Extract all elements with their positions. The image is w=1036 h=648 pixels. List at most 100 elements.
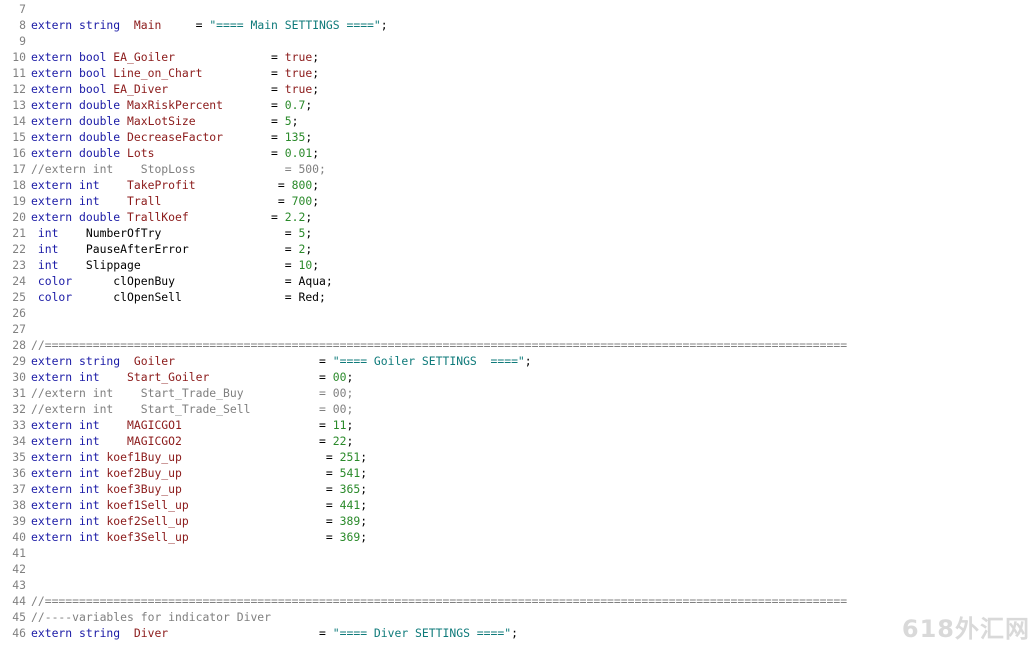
code-token: clOpenBuy bbox=[113, 274, 176, 288]
code-token: extern int bbox=[31, 450, 107, 464]
code-text: extern string Diver = "==== Diver SETTIN… bbox=[31, 625, 518, 641]
code-token: ; bbox=[360, 530, 368, 544]
code-line[interactable]: 36 extern int koef2Buy_up = 541; bbox=[0, 465, 1036, 481]
code-token: extern int bbox=[31, 178, 128, 192]
code-token: = bbox=[188, 514, 340, 528]
code-token: extern int bbox=[31, 530, 107, 544]
code-line[interactable]: 44 //====================================… bbox=[0, 593, 1036, 609]
code-token: = bbox=[175, 274, 299, 288]
code-token: extern int bbox=[31, 466, 107, 480]
code-line[interactable]: 39 extern int koef2Sell_up = 389; bbox=[0, 513, 1036, 529]
code-token: "==== Goiler SETTINGS ====" bbox=[332, 354, 525, 368]
code-line[interactable]: 20 extern double TrallKoef = 2.2; bbox=[0, 209, 1036, 225]
code-token: ; bbox=[360, 514, 368, 528]
code-line[interactable]: 33 extern int MAGICGO1 = 11; bbox=[0, 417, 1036, 433]
code-token: TrallKoef bbox=[127, 210, 189, 224]
code-token: = bbox=[181, 482, 340, 496]
code-token: 800 bbox=[291, 178, 313, 192]
line-number: 24 bbox=[12, 274, 26, 288]
line-number: 45 bbox=[12, 610, 26, 624]
line-number: 35 bbox=[12, 450, 26, 464]
code-line[interactable]: 35 extern int koef1Buy_up = 251; bbox=[0, 449, 1036, 465]
code-line[interactable]: 30 extern int Start_Goiler = 00; bbox=[0, 369, 1036, 385]
code-token: = bbox=[168, 626, 333, 640]
code-token: extern int bbox=[31, 514, 107, 528]
code-token: //======================================… bbox=[31, 594, 848, 608]
code-line[interactable]: 19 extern int Trall = 700; bbox=[0, 193, 1036, 209]
code-line[interactable]: 27 bbox=[0, 321, 1036, 337]
code-line[interactable]: 18 extern int TakeProfit = 800; bbox=[0, 177, 1036, 193]
code-token: color bbox=[31, 290, 114, 304]
code-text: extern int MAGICGO2 = 22; bbox=[31, 433, 353, 449]
code-token: extern int bbox=[31, 370, 128, 384]
code-line[interactable]: 31 //extern int Start_Trade_Buy = 00; bbox=[0, 385, 1036, 401]
code-token: = bbox=[202, 66, 285, 80]
code-line[interactable]: 10 extern bool EA_Goiler = true; bbox=[0, 49, 1036, 65]
code-line[interactable]: 41 bbox=[0, 545, 1036, 561]
code-line[interactable]: 23 int Slippage = 10; bbox=[0, 257, 1036, 273]
code-line[interactable]: 11 extern bool Line_on_Chart = true; bbox=[0, 65, 1036, 81]
code-line[interactable]: 9 bbox=[0, 33, 1036, 49]
line-number: 32 bbox=[12, 402, 26, 416]
line-number: 9 bbox=[19, 34, 26, 48]
code-line[interactable]: 46 extern string Diver = "==== Diver SETT… bbox=[0, 625, 1036, 641]
code-line[interactable]: 43 bbox=[0, 577, 1036, 593]
code-line[interactable]: 42 bbox=[0, 561, 1036, 577]
line-number: 16 bbox=[12, 146, 26, 160]
code-text: int PauseAfterError = 2; bbox=[31, 241, 312, 257]
code-line[interactable]: 34 extern int MAGICGO2 = 22; bbox=[0, 433, 1036, 449]
code-token: ; bbox=[305, 130, 313, 144]
code-text: extern double MaxRiskPercent = 0.7; bbox=[31, 97, 312, 113]
code-token: = bbox=[161, 226, 299, 240]
code-text: extern string Main = "==== Main SETTINGS… bbox=[31, 17, 388, 33]
code-text: int Slippage = 10; bbox=[31, 257, 319, 273]
code-token: NumberOfTry bbox=[85, 226, 162, 240]
code-token: int bbox=[31, 226, 86, 240]
code-line[interactable]: 12 extern bool EA_Diver = true; bbox=[0, 81, 1036, 97]
code-line[interactable]: 15 extern double DecreaseFactor = 135; bbox=[0, 129, 1036, 145]
code-line[interactable]: 40 extern int koef3Sell_up = 369; bbox=[0, 529, 1036, 545]
code-line[interactable]: 22 int PauseAfterError = 2; bbox=[0, 241, 1036, 257]
code-line[interactable]: 16 extern double Lots = 0.01; bbox=[0, 145, 1036, 161]
code-token: clOpenSell bbox=[113, 290, 182, 304]
code-token: ; bbox=[312, 66, 320, 80]
code-line[interactable]: 25 color clOpenSell = Red; bbox=[0, 289, 1036, 305]
code-text: extern int koef3Sell_up = 369; bbox=[31, 529, 367, 545]
code-line[interactable]: 45 //----variables for indicator Diver bbox=[0, 609, 1036, 625]
line-number: 43 bbox=[12, 578, 26, 592]
code-token: int bbox=[31, 242, 86, 256]
code-text: //======================================… bbox=[31, 593, 847, 609]
code-line[interactable]: 29 extern string Goiler = "==== Goiler SE… bbox=[0, 353, 1036, 369]
code-line[interactable]: 7 bbox=[0, 1, 1036, 17]
code-token: extern int bbox=[31, 194, 128, 208]
code-token: 2.2 bbox=[284, 210, 306, 224]
code-token: = bbox=[181, 434, 333, 448]
code-token: koef3Buy_up bbox=[106, 482, 182, 496]
code-line[interactable]: 28 //====================================… bbox=[0, 337, 1036, 353]
code-token: TakeProfit bbox=[127, 178, 196, 192]
line-number: 41 bbox=[12, 546, 26, 560]
code-token: extern int bbox=[31, 482, 107, 496]
code-line[interactable]: 38 extern int koef1Sell_up = 441; bbox=[0, 497, 1036, 513]
code-line[interactable]: 14 extern double MaxLotSize = 5; bbox=[0, 113, 1036, 129]
code-line[interactable]: 32 //extern int Start_Trade_Sell = 00; bbox=[0, 401, 1036, 417]
code-line[interactable]: 37 extern int koef3Buy_up = 365; bbox=[0, 481, 1036, 497]
code-token: 0.01 bbox=[284, 146, 313, 160]
line-number: 36 bbox=[12, 466, 26, 480]
code-token: = bbox=[161, 194, 292, 208]
code-token: EA_Goiler bbox=[113, 50, 176, 64]
code-token: 0.7 bbox=[284, 98, 306, 112]
code-line[interactable]: 24 color clOpenBuy = Aqua; bbox=[0, 273, 1036, 289]
code-token: //======================================… bbox=[31, 338, 848, 352]
line-number: 40 bbox=[12, 530, 26, 544]
code-token: ; bbox=[346, 434, 354, 448]
code-line[interactable]: 21 int NumberOfTry = 5; bbox=[0, 225, 1036, 241]
code-line[interactable]: 13 extern double MaxRiskPercent = 0.7; bbox=[0, 97, 1036, 113]
code-token: ; bbox=[346, 370, 354, 384]
code-line[interactable]: 17 //extern int StopLoss = 500; bbox=[0, 161, 1036, 177]
code-token: = bbox=[188, 530, 340, 544]
code-editor[interactable]: 7 8 extern string Main = "==== Main SETTIN… bbox=[0, 1, 1036, 648]
code-token: Goiler bbox=[127, 354, 176, 368]
code-line[interactable]: 26 bbox=[0, 305, 1036, 321]
code-line[interactable]: 8 extern string Main = "==== Main SETTING… bbox=[0, 17, 1036, 33]
